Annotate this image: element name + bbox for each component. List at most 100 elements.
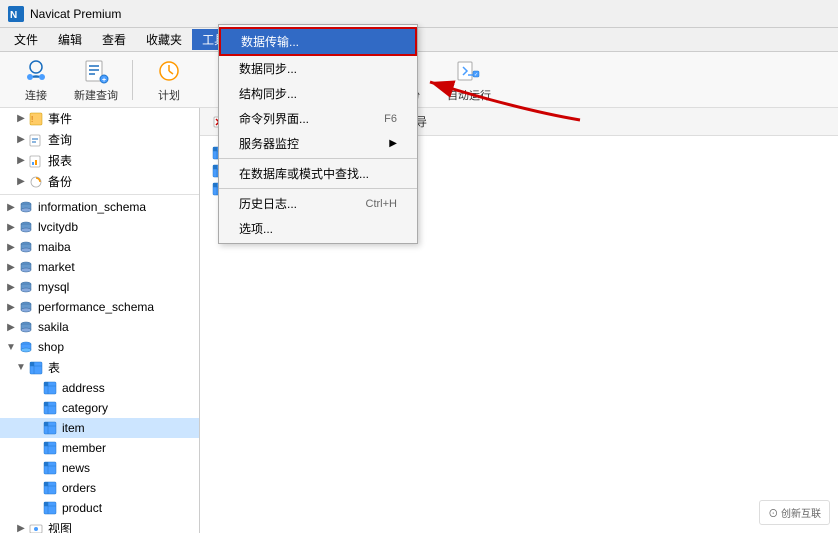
- tables-label: 表: [48, 359, 60, 376]
- schedule-label: 计划: [158, 87, 180, 103]
- sidebar-item-backups[interactable]: ▶ 备份: [0, 171, 199, 192]
- sidebar-item-information_schema[interactable]: ▶ information_schema: [0, 197, 199, 217]
- dropdown-struct-sync[interactable]: 结构同步...: [219, 81, 417, 106]
- connect-icon: [22, 57, 50, 85]
- tables-arrow: ▼: [14, 362, 28, 373]
- sidebar-item-orders2[interactable]: ▶ orders: [0, 478, 199, 498]
- menu-bar: 文件 编辑 查看 收藏夹 工具 窗口 帮助: [0, 28, 838, 52]
- data-transfer-label: 数据传输...: [241, 33, 299, 50]
- sidebar-item-address[interactable]: ▶ address: [0, 378, 199, 398]
- events-arrow: ▶: [14, 113, 28, 124]
- sidebar-item-market[interactable]: ▶ market: [0, 257, 199, 277]
- sidebar-item-category[interactable]: ▶ category: [0, 398, 199, 418]
- history-log-shortcut: Ctrl+H: [366, 198, 397, 210]
- sakila-icon: [18, 319, 34, 335]
- sidebar-item-item[interactable]: ▶ item: [0, 418, 199, 438]
- sidebar-item-views[interactable]: ▶ 视图: [0, 518, 199, 533]
- dropdown-cmd-line[interactable]: 命令列界面... F6: [219, 106, 417, 131]
- toolbar: 连接 + 新建查询 计划: [0, 52, 838, 108]
- menu-view[interactable]: 查看: [92, 29, 136, 50]
- events-label: 事件: [48, 110, 72, 127]
- sidebar-item-reports[interactable]: ▶ 报表: [0, 150, 199, 171]
- sidebar-item-sakila[interactable]: ▶ sakila: [0, 317, 199, 337]
- data-sync-label: 数据同步...: [239, 60, 297, 77]
- sidebar-item-maiba[interactable]: ▶ maiba: [0, 237, 199, 257]
- market-arrow: ▶: [4, 262, 18, 273]
- sidebar-item-member[interactable]: ▶ member: [0, 438, 199, 458]
- connect-label: 连接: [25, 87, 47, 103]
- shop-arrow: ▼: [4, 342, 18, 353]
- backups-label: 备份: [48, 173, 72, 190]
- options-label: 选项...: [239, 220, 273, 237]
- is-db-icon: [18, 199, 34, 215]
- reports-label: 报表: [48, 152, 72, 169]
- query-icon: +: [82, 57, 110, 85]
- maiba-icon: [18, 239, 34, 255]
- dropdown-data-sync[interactable]: 数据同步...: [219, 56, 417, 81]
- dropdown-sep1: [219, 158, 417, 159]
- sidebar-item-lvcitydb[interactable]: ▶ lvcitydb: [0, 217, 199, 237]
- server-monitor-arrow: ▶: [389, 138, 397, 149]
- address-table-icon: [42, 380, 58, 396]
- category-label: category: [62, 401, 108, 415]
- product2-table-icon: [42, 500, 58, 516]
- history-log-label: 历史日志...: [239, 195, 297, 212]
- dropdown-server-monitor[interactable]: 服务器监控 ▶: [219, 131, 417, 156]
- toolbar-connect[interactable]: 连接: [8, 56, 64, 104]
- reports-arrow: ▶: [14, 155, 28, 166]
- queries-arrow: ▶: [14, 134, 28, 145]
- shop-db-icon: [18, 339, 34, 355]
- item-table-icon: [42, 420, 58, 436]
- views-label: 视图: [48, 520, 72, 533]
- server-monitor-label: 服务器监控: [239, 135, 299, 152]
- lvcitydb-label: lvcitydb: [38, 220, 78, 234]
- menu-edit[interactable]: 编辑: [48, 29, 92, 50]
- dropdown-find-in-db[interactable]: 在数据库或模式中查找...: [219, 161, 417, 186]
- toolbar-new-query[interactable]: + 新建查询: [68, 56, 124, 104]
- find-in-db-label: 在数据库或模式中查找...: [239, 165, 369, 182]
- lvcitydb-icon: [18, 219, 34, 235]
- autorun-icon: ✓: [455, 57, 483, 85]
- dropdown-options[interactable]: 选项...: [219, 216, 417, 241]
- dropdown-history-log[interactable]: 历史日志... Ctrl+H: [219, 191, 417, 216]
- schedule-icon: [155, 57, 183, 85]
- sidebar-item-mysql[interactable]: ▶ mysql: [0, 277, 199, 297]
- queries-label: 查询: [48, 131, 72, 148]
- new-query-label: 新建查询: [74, 87, 118, 103]
- sidebar: ▶ ! 事件 ▶ 查询 ▶ 报表 ▶ 备份: [0, 108, 200, 533]
- sidebar-item-perf-schema[interactable]: ▶ performance_schema: [0, 297, 199, 317]
- sidebar-item-shop[interactable]: ▼ shop: [0, 337, 199, 357]
- mysql-label: mysql: [38, 280, 69, 294]
- menu-favorites[interactable]: 收藏夹: [136, 29, 192, 50]
- dropdown-data-transfer[interactable]: 数据传输...: [219, 27, 417, 56]
- app-title: Navicat Premium: [30, 7, 121, 21]
- backups-arrow: ▶: [14, 176, 28, 187]
- backups-icon: [28, 174, 44, 190]
- cmd-line-shortcut: F6: [384, 113, 397, 125]
- sakila-label: sakila: [38, 320, 69, 334]
- product2-label: product: [62, 501, 102, 515]
- sidebar-item-events[interactable]: ▶ ! 事件: [0, 108, 199, 129]
- sidebar-item-product2[interactable]: ▶ product: [0, 498, 199, 518]
- app-icon: N: [8, 6, 24, 22]
- tools-dropdown-menu: 数据传输... 数据同步... 结构同步... 命令列界面... F6 服务器监…: [218, 24, 418, 244]
- views-arrow: ▶: [14, 523, 28, 533]
- market-label: market: [38, 260, 75, 274]
- toolbar-sep1: [132, 60, 133, 100]
- sidebar-item-news2[interactable]: ▶ news: [0, 458, 199, 478]
- toolbar-autorun[interactable]: ✓ 自动运行: [441, 56, 497, 104]
- category-table-icon: [42, 400, 58, 416]
- sidebar-item-tables[interactable]: ▼ 表: [0, 357, 199, 378]
- title-bar: N Navicat Premium: [0, 0, 838, 28]
- is-label: information_schema: [38, 200, 146, 214]
- cmd-line-label: 命令列界面...: [239, 110, 309, 127]
- toolbar-schedule[interactable]: 计划: [141, 56, 197, 104]
- perf-icon: [18, 299, 34, 315]
- svg-text:N: N: [10, 10, 17, 21]
- perf-label: performance_schema: [38, 300, 154, 314]
- is-arrow: ▶: [4, 202, 18, 213]
- sidebar-item-queries[interactable]: ▶ 查询: [0, 129, 199, 150]
- queries-icon: [28, 132, 44, 148]
- main-layout: ▶ ! 事件 ▶ 查询 ▶ 报表 ▶ 备份: [0, 108, 838, 533]
- menu-file[interactable]: 文件: [4, 29, 48, 50]
